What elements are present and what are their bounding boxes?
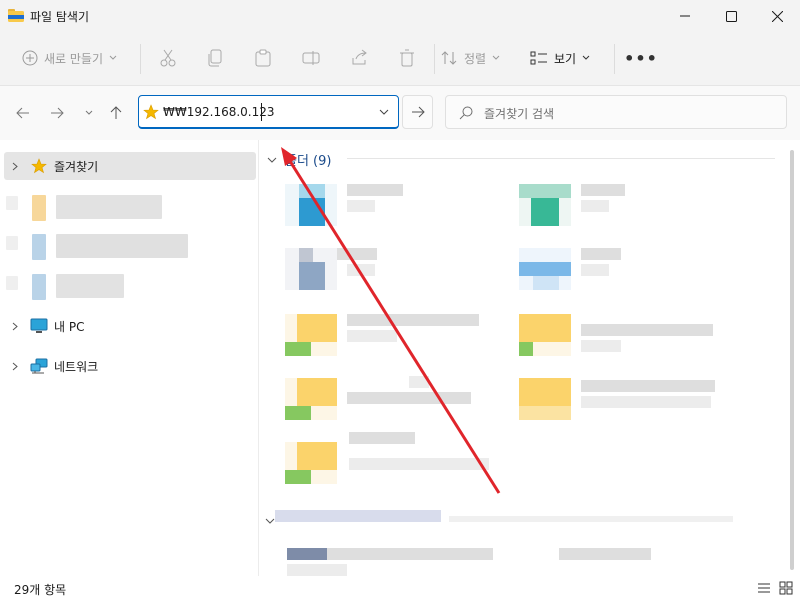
address-input[interactable]: ₩₩192.168.0.123 <box>163 105 275 119</box>
group-divider <box>347 158 775 159</box>
new-button[interactable]: 새로 만들기 <box>14 44 125 72</box>
search-box[interactable]: 즐겨찾기 검색 <box>445 95 787 129</box>
address-bar[interactable]: ₩₩192.168.0.123 <box>138 95 399 129</box>
chevron-down-icon <box>109 55 117 60</box>
window-title: 파일 탐색기 <box>30 10 90 24</box>
more-options-button[interactable]: ••• <box>624 44 658 72</box>
folder-icon <box>519 378 571 420</box>
command-bar: 새로 만들기 정렬 보기 ••• <box>0 32 800 86</box>
text-caret <box>261 103 262 121</box>
tiles-view-icon[interactable] <box>778 580 794 596</box>
chevron-right-icon[interactable] <box>12 362 18 371</box>
new-button-label: 새로 만들기 <box>44 51 104 66</box>
star-icon <box>31 158 47 174</box>
go-button[interactable] <box>402 95 433 129</box>
search-placeholder: 즐겨찾기 검색 <box>484 107 555 121</box>
clipboard-icon <box>255 49 271 67</box>
sidebar-item-label: 내 PC <box>54 319 85 334</box>
close-icon <box>771 10 783 22</box>
folder-group-label: 폴더 (9) <box>285 154 332 169</box>
folder-icon <box>519 314 571 356</box>
chevron-down-icon <box>582 55 590 60</box>
paste-button[interactable] <box>251 46 275 70</box>
share-icon <box>352 49 367 65</box>
view-button[interactable]: 보기 <box>530 44 590 72</box>
maximize-icon <box>725 10 737 22</box>
navigation-pane: 즐겨찾기 내 PC 네트워크 <box>0 140 258 576</box>
details-view-icon[interactable] <box>756 580 772 596</box>
file-explorer-icon <box>8 9 24 22</box>
folder-group-header[interactable]: 폴더 (9) <box>267 150 331 169</box>
sidebar-item-label: 네트워크 <box>54 359 99 374</box>
folder-icon <box>285 442 337 484</box>
network-icon <box>30 358 48 374</box>
content-pane: 폴더 (9) <box>259 140 800 576</box>
copy-icon <box>208 49 222 67</box>
folder-icon <box>285 248 337 290</box>
search-icon <box>459 106 473 120</box>
trash-icon <box>400 49 414 67</box>
title-bar: 파일 탐색기 <box>0 0 800 32</box>
folder-icon <box>285 378 337 420</box>
scissors-icon <box>160 49 176 67</box>
cut-button[interactable] <box>156 46 180 70</box>
sort-button[interactable]: 정렬 <box>440 44 500 72</box>
chevron-down-icon <box>492 55 500 60</box>
sidebar-item-network[interactable]: 네트워크 <box>4 352 256 380</box>
arrow-left-icon <box>16 107 29 119</box>
folder-icon <box>519 248 571 290</box>
item-count: 29개 항목 <box>14 583 67 597</box>
pc-icon <box>30 318 48 333</box>
arrow-right-icon <box>411 106 425 118</box>
arrow-right-icon <box>51 107 64 119</box>
folder-icon <box>285 184 337 226</box>
divider <box>434 44 435 74</box>
folder-icon <box>519 184 571 226</box>
minimize-icon <box>680 15 690 17</box>
status-bar: 29개 항목 <box>0 576 800 600</box>
chevron-down-icon <box>265 518 275 524</box>
divider <box>614 44 615 74</box>
up-button[interactable] <box>103 100 129 126</box>
maximize-button[interactable] <box>708 0 754 32</box>
forward-button[interactable] <box>44 100 70 126</box>
minimize-button[interactable] <box>662 0 708 32</box>
sort-button-label: 정렬 <box>464 51 487 66</box>
close-button[interactable] <box>754 0 800 32</box>
rename-button[interactable] <box>299 46 323 70</box>
back-button[interactable] <box>10 100 36 126</box>
plus-circle-icon <box>22 50 38 66</box>
sidebar-item-label: 즐겨찾기 <box>54 159 99 174</box>
share-button[interactable] <box>347 46 371 70</box>
chevron-down-icon <box>85 110 93 115</box>
chevron-down-icon <box>267 157 277 163</box>
copy-button[interactable] <box>203 46 227 70</box>
folder-icon <box>285 314 337 356</box>
star-icon <box>143 104 159 120</box>
recent-locations-button[interactable] <box>76 100 102 126</box>
divider <box>140 44 141 74</box>
vertical-scrollbar[interactable] <box>790 150 794 570</box>
chevron-down-icon[interactable] <box>378 106 390 118</box>
address-row: ₩₩192.168.0.123 즐겨찾기 검색 <box>0 86 800 140</box>
view-button-label: 보기 <box>554 51 577 66</box>
view-list-icon <box>530 51 547 65</box>
arrow-up-icon <box>110 106 122 119</box>
rename-icon <box>302 51 320 65</box>
sidebar-item-this-pc[interactable]: 내 PC <box>4 312 256 340</box>
sidebar-item-favorites[interactable]: 즐겨찾기 <box>4 152 256 180</box>
chevron-right-icon[interactable] <box>12 162 18 171</box>
sort-icon <box>441 51 457 65</box>
delete-button[interactable] <box>395 46 419 70</box>
chevron-right-icon[interactable] <box>12 322 18 331</box>
